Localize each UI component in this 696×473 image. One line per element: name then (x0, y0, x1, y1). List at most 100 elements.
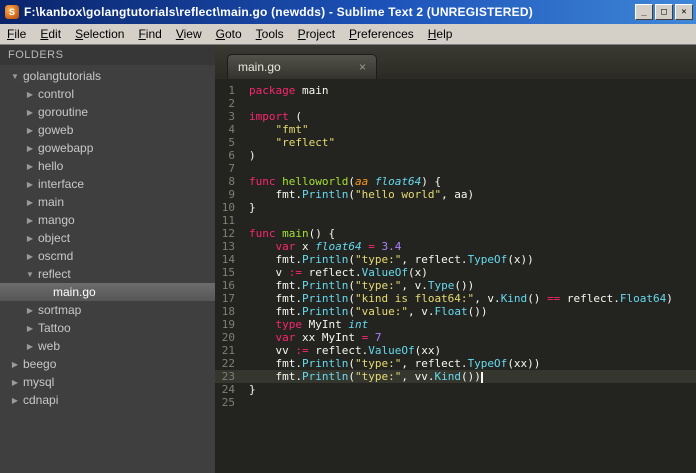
minimize-button[interactable]: _ (635, 4, 653, 20)
tab-main-go[interactable]: main.go × (227, 54, 377, 79)
code-line-1[interactable]: 1 package main (215, 84, 696, 97)
line-number: 16 (221, 279, 235, 292)
line-number: 8 (228, 175, 235, 188)
chevron-collapsed-icon[interactable]: ▶ (23, 324, 37, 333)
code-line-8[interactable]: 8 func helloworld(aa float64) { (215, 175, 696, 188)
chevron-collapsed-icon[interactable]: ▶ (8, 396, 22, 405)
chevron-collapsed-icon[interactable]: ▶ (23, 162, 37, 171)
folder-control[interactable]: ▶ control (0, 85, 215, 103)
line-number: 4 (228, 123, 235, 136)
maximize-button[interactable]: □ (655, 4, 673, 20)
chevron-collapsed-icon[interactable]: ▶ (23, 90, 37, 99)
line-number: 15 (221, 266, 235, 279)
code-line-4[interactable]: 4 "fmt" (215, 123, 696, 136)
chevron-expanded-icon[interactable]: ▼ (23, 270, 37, 279)
menu-goto[interactable]: Goto (209, 25, 249, 43)
menu-preferences[interactable]: Preferences (342, 25, 421, 43)
code-line-16[interactable]: 16 fmt.Println("type:", v.Type()) (215, 279, 696, 292)
chevron-collapsed-icon[interactable]: ▶ (23, 306, 37, 315)
folder-tattoo[interactable]: ▶ Tattoo (0, 319, 215, 337)
code-line-5[interactable]: 5 "reflect" (215, 136, 696, 149)
tree-item-label: reflect (38, 267, 71, 281)
menu-bar: File Edit Selection Find View Goto Tools Projec… (0, 24, 696, 45)
tree-item-label: goroutine (38, 105, 89, 119)
folder-golangtutorials[interactable]: ▼ golangtutorials (0, 67, 215, 85)
line-number: 5 (228, 136, 235, 149)
code-line-19[interactable]: 19 type MyInt int (215, 318, 696, 331)
folder-main[interactable]: ▶ main (0, 193, 215, 211)
folder-oscmd[interactable]: ▶ oscmd (0, 247, 215, 265)
menu-help[interactable]: Help (421, 25, 460, 43)
tree-item-label: object (38, 231, 71, 245)
code-area[interactable]: 1 package main 2 3 import (4 "fmt" 5 "reflect… (215, 79, 696, 473)
chevron-collapsed-icon[interactable]: ▶ (23, 234, 37, 243)
code-line-24[interactable]: 24} (215, 383, 696, 396)
code-line-18[interactable]: 18 fmt.Println("value:", v.Float()) (215, 305, 696, 318)
code-line-7[interactable]: 7 (215, 162, 696, 175)
folder-goweb[interactable]: ▶ goweb (0, 121, 215, 139)
line-text: } (249, 201, 256, 214)
code-line-14[interactable]: 14 fmt.Println("type:", reflect.TypeOf(x… (215, 253, 696, 266)
folder-sortmap[interactable]: ▶ sortmap (0, 301, 215, 319)
code-line-22[interactable]: 22 fmt.Println("type:", reflect.TypeOf(x… (215, 357, 696, 370)
line-number: 23 (221, 370, 235, 383)
code-line-6[interactable]: 6) (215, 149, 696, 162)
chevron-expanded-icon[interactable]: ▼ (8, 72, 22, 81)
tree-item-label: golangtutorials (23, 69, 102, 83)
code-line-21[interactable]: 21 vv := reflect.ValueOf(xx) (215, 344, 696, 357)
folder-interface[interactable]: ▶ interface (0, 175, 215, 193)
folder-reflect[interactable]: ▼ reflect (0, 265, 215, 283)
tab-close-icon[interactable]: × (359, 60, 366, 74)
chevron-collapsed-icon[interactable]: ▶ (8, 360, 22, 369)
code-line-12[interactable]: 12 func main() { (215, 227, 696, 240)
code-line-13[interactable]: 13 var x float64 = 3.4 (215, 240, 696, 253)
chevron-collapsed-icon[interactable]: ▶ (23, 108, 37, 117)
folder-beego[interactable]: ▶ beego (0, 355, 215, 373)
menu-view[interactable]: View (169, 25, 209, 43)
chevron-collapsed-icon[interactable]: ▶ (23, 216, 37, 225)
tab-label: main.go (238, 60, 281, 74)
tree-item-label: control (38, 87, 75, 101)
tree-item-label: sortmap (38, 303, 82, 317)
file-main.go[interactable]: main.go (0, 283, 215, 301)
folder-mango[interactable]: ▶ mango (0, 211, 215, 229)
chevron-collapsed-icon[interactable]: ▶ (23, 180, 37, 189)
title-bar[interactable]: S F:\kanbox\golangtutorials\reflect\main… (0, 0, 696, 24)
folder-gowebapp[interactable]: ▶ gowebapp (0, 139, 215, 157)
code-line-17[interactable]: 17 fmt.Println("kind is float64:", v.Kin… (215, 292, 696, 305)
menu-file[interactable]: File (0, 25, 33, 43)
code-line-11[interactable]: 11 (215, 214, 696, 227)
folder-hello[interactable]: ▶ hello (0, 157, 215, 175)
menu-tools[interactable]: Tools (249, 25, 291, 43)
menu-find[interactable]: Find (131, 25, 168, 43)
chevron-collapsed-icon[interactable]: ▶ (23, 252, 37, 261)
chevron-collapsed-icon[interactable]: ▶ (23, 342, 37, 351)
chevron-collapsed-icon[interactable]: ▶ (23, 126, 37, 135)
folder-cdnapi[interactable]: ▶ cdnapi (0, 391, 215, 409)
folder-web[interactable]: ▶ web (0, 337, 215, 355)
menu-selection[interactable]: Selection (68, 25, 131, 43)
line-number: 2 (228, 97, 235, 110)
code-line-9[interactable]: 9 fmt.Println("hello world", aa) (215, 188, 696, 201)
code-line-15[interactable]: 15 v := reflect.ValueOf(x) (215, 266, 696, 279)
code-line-23[interactable]: 23 fmt.Println("type:", vv.Kind()) (215, 370, 696, 383)
line-number: 21 (221, 344, 235, 357)
code-line-10[interactable]: 10} (215, 201, 696, 214)
code-line-20[interactable]: 20 var xx MyInt = 7 (215, 331, 696, 344)
menu-edit[interactable]: Edit (33, 25, 68, 43)
chevron-collapsed-icon[interactable]: ▶ (23, 144, 37, 153)
folder-mysql[interactable]: ▶ mysql (0, 373, 215, 391)
folder-goroutine[interactable]: ▶ goroutine (0, 103, 215, 121)
close-button[interactable]: ✕ (675, 4, 693, 20)
line-text: var x float64 = 3.4 (275, 240, 402, 253)
code-line-3[interactable]: 3 import ( (215, 110, 696, 123)
menu-project[interactable]: Project (291, 25, 342, 43)
line-text: fmt.Println("value:", v.Float()) (249, 305, 488, 318)
chevron-collapsed-icon[interactable]: ▶ (8, 378, 22, 387)
tab-bar: main.go × (215, 45, 696, 79)
code-line-2[interactable]: 2 (215, 97, 696, 110)
editor-pane: main.go × 1 package main 2 3 import (4 "fmt"… (215, 45, 696, 473)
chevron-collapsed-icon[interactable]: ▶ (23, 198, 37, 207)
folder-object[interactable]: ▶ object (0, 229, 215, 247)
code-line-25[interactable]: 25 (215, 396, 696, 409)
